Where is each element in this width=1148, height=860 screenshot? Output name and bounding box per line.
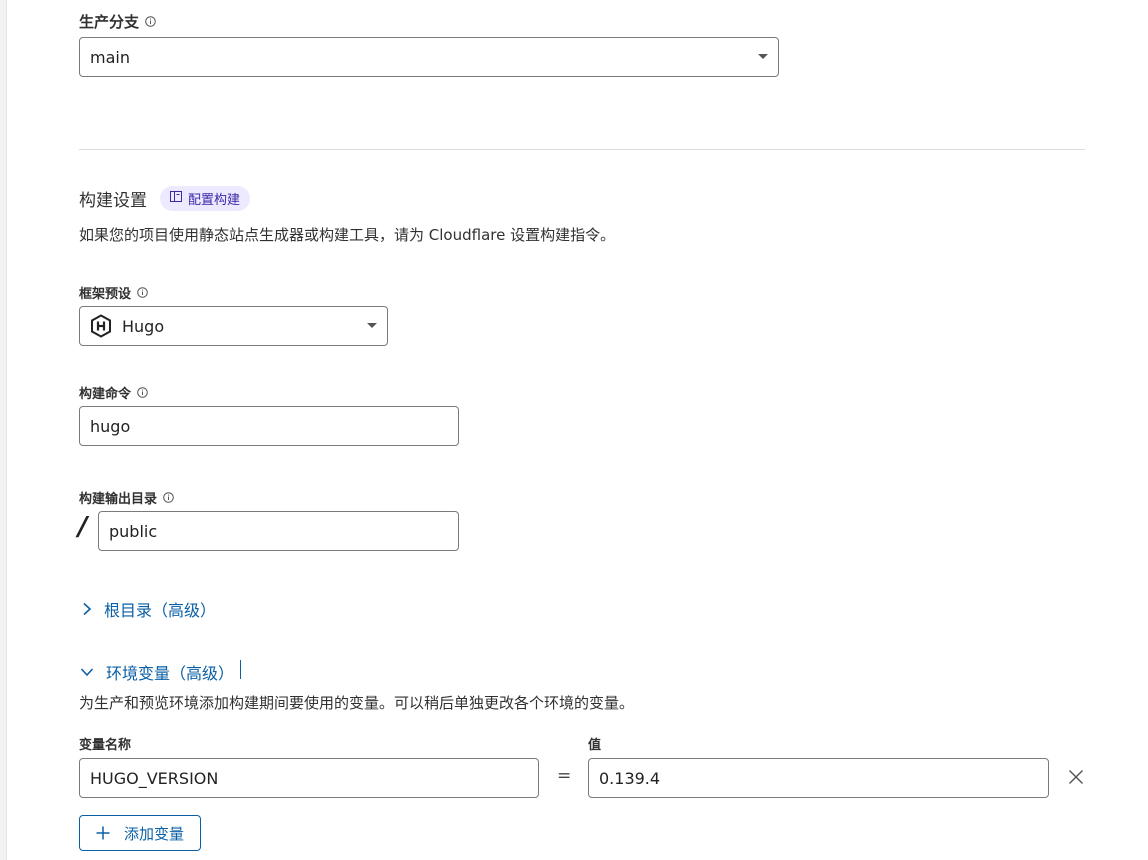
env-var-value-input[interactable]: 0.139.4 xyxy=(588,758,1049,798)
info-icon[interactable] xyxy=(137,287,148,298)
info-icon[interactable] xyxy=(163,492,174,503)
production-branch-label: 生产分支 xyxy=(79,11,156,32)
production-branch-select[interactable]: main xyxy=(79,37,779,77)
output-dir-prefix: / xyxy=(78,512,88,542)
variable-value-header: 值 xyxy=(588,738,602,753)
equals-sign: = xyxy=(557,766,572,786)
build-output-dir-label: 构建输出目录 xyxy=(79,488,174,507)
add-variable-button[interactable]: 添加变量 xyxy=(79,815,202,851)
env-var-name-input[interactable]: HUGO_VERSION xyxy=(79,758,539,798)
build-settings-description: 如果您的项目使用静态站点生成器或构建工具，请为 Cloudflare 设置构建指… xyxy=(79,226,616,244)
info-icon[interactable] xyxy=(137,387,148,398)
root-dir-toggle[interactable]: 根目录（高级） xyxy=(82,597,216,621)
info-icon[interactable] xyxy=(145,16,156,27)
chevron-down-icon xyxy=(80,667,94,677)
section-divider xyxy=(79,149,1085,150)
chevron-down-icon xyxy=(367,323,377,328)
variable-name-header: 变量名称 xyxy=(79,738,132,753)
book-icon xyxy=(170,191,182,206)
framework-preset-label: 框架预设 xyxy=(79,283,148,302)
build-output-dir-input[interactable]: public xyxy=(98,511,459,551)
configure-build-badge[interactable]: 配置构建 xyxy=(160,186,251,211)
text-cursor xyxy=(240,660,242,679)
env-vars-toggle[interactable]: 环境变量（高级） xyxy=(80,660,242,684)
chevron-right-icon xyxy=(82,602,92,616)
framework-preset-select[interactable]: Hugo xyxy=(79,306,388,346)
build-command-input[interactable]: hugo xyxy=(79,406,459,446)
left-panel-edge xyxy=(0,0,7,860)
build-settings-title: 构建设置 xyxy=(79,191,147,211)
build-command-label: 构建命令 xyxy=(79,383,148,402)
hugo-logo-icon xyxy=(90,314,112,338)
env-vars-description: 为生产和预览环境添加构建期间要使用的变量。可以稍后单独更改各个环境的变量。 xyxy=(79,694,635,712)
chevron-down-icon xyxy=(758,54,768,59)
close-icon[interactable] xyxy=(1068,769,1084,789)
plus-icon xyxy=(96,826,110,840)
